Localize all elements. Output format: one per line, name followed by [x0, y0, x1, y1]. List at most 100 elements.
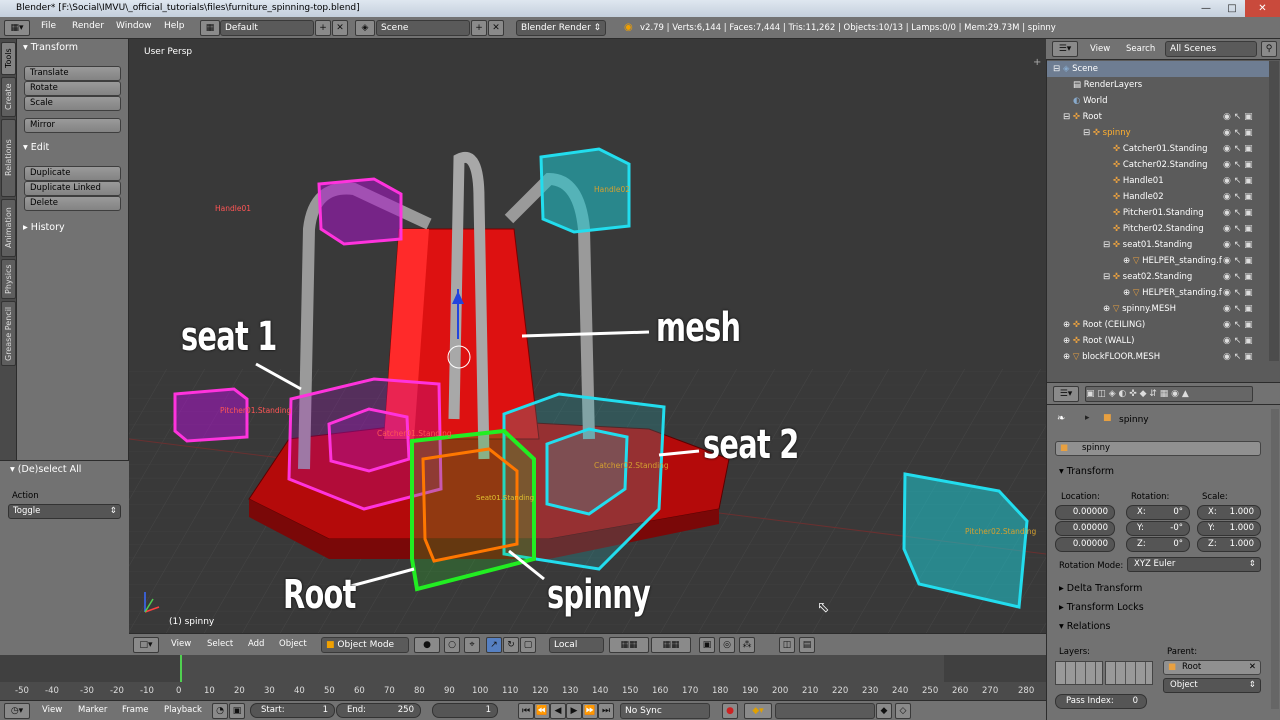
- transform-panel-header[interactable]: ▾ Transform: [1059, 466, 1114, 477]
- editor-type-icon[interactable]: ☰▾: [1053, 386, 1079, 402]
- relations-panel[interactable]: ▾ Relations: [1059, 621, 1110, 632]
- menu-window[interactable]: Window: [116, 21, 152, 31]
- tab-tools[interactable]: Tools: [1, 42, 16, 75]
- tab-create[interactable]: Create: [1, 77, 16, 117]
- outliner-view-menu[interactable]: View: [1090, 44, 1110, 54]
- rotation-y-field[interactable]: Y: -0°: [1126, 521, 1190, 536]
- shading-icon[interactable]: ●: [414, 637, 440, 653]
- layer-buttons-a[interactable]: ▦▦: [609, 637, 649, 653]
- scale-y-field[interactable]: Y: 1.000: [1197, 521, 1261, 536]
- snap-icon[interactable]: ⁂: [739, 637, 755, 653]
- menu-frame[interactable]: Frame: [122, 705, 148, 715]
- translate-manipulator-icon[interactable]: ↗: [486, 637, 502, 653]
- end-frame-field[interactable]: End: 250: [336, 703, 421, 718]
- scale-x-field[interactable]: X: 1.000: [1197, 505, 1261, 520]
- scale-button[interactable]: Scale: [24, 96, 121, 111]
- orientation-select[interactable]: Local: [549, 637, 604, 653]
- render-preview-icon[interactable]: ◫: [779, 637, 795, 653]
- rotate-button[interactable]: Rotate: [24, 81, 121, 96]
- menu-select[interactable]: Select: [207, 639, 233, 649]
- timeline[interactable]: -50 -40 -30 -20 -10 0 10 20 30 40 50 60 …: [0, 655, 1046, 700]
- minimize-icon[interactable]: —: [1193, 0, 1219, 17]
- scene-select[interactable]: Scene: [376, 20, 470, 36]
- parent-field[interactable]: ■ Root ✕: [1163, 660, 1261, 675]
- rotation-x-field[interactable]: X: 0°: [1126, 505, 1190, 520]
- menu-file[interactable]: File: [41, 21, 56, 31]
- record-icon[interactable]: ●: [722, 703, 738, 719]
- rotation-mode-select[interactable]: XYZ Euler ⇕: [1127, 557, 1261, 572]
- menu-view[interactable]: View: [42, 705, 62, 715]
- add-scene-icon[interactable]: +: [471, 20, 487, 36]
- add-layout-icon[interactable]: +: [315, 20, 331, 36]
- outliner-scrollbar[interactable]: [1269, 61, 1279, 361]
- delete-button[interactable]: Delete: [24, 196, 121, 211]
- outliner-search-menu[interactable]: Search: [1126, 44, 1155, 54]
- properties-scrollbar[interactable]: [1271, 409, 1279, 709]
- insert-keyframe-icon[interactable]: ◆: [876, 703, 892, 719]
- prev-keyframe-icon[interactable]: ⏪: [534, 703, 550, 719]
- sync-select[interactable]: No Sync: [620, 703, 710, 719]
- next-keyframe-icon[interactable]: ⏩: [582, 703, 598, 719]
- history-panel-header[interactable]: ▸ History: [23, 222, 65, 233]
- operator-panel-header[interactable]: ▾ (De)select All: [10, 464, 81, 475]
- render-engine-select[interactable]: Blender Render ⇕: [516, 20, 606, 36]
- tab-physics[interactable]: Physics: [1, 259, 16, 299]
- delta-transform-panel[interactable]: ▸ Delta Transform: [1059, 583, 1142, 594]
- menu-add[interactable]: Add: [248, 639, 264, 649]
- outliner-search-icon[interactable]: ⚲: [1261, 41, 1277, 57]
- keying-set-field[interactable]: [775, 703, 875, 719]
- play-reverse-icon[interactable]: ◀: [550, 703, 566, 719]
- editor-type-icon[interactable]: □▾: [133, 637, 159, 653]
- menu-playback[interactable]: Playback: [164, 705, 202, 715]
- render-layer-icon[interactable]: ▣: [699, 637, 715, 653]
- clear-parent-icon[interactable]: ✕: [1249, 661, 1256, 674]
- screen-layout-icon[interactable]: ▦: [200, 20, 220, 36]
- mode-select[interactable]: ■ Object Mode: [321, 637, 409, 653]
- menu-render[interactable]: Render: [72, 21, 104, 31]
- transform-panel-header[interactable]: ▾ Transform: [23, 42, 78, 53]
- layout-select[interactable]: Default: [220, 20, 314, 36]
- editor-type-icon[interactable]: ☰▾: [1052, 41, 1078, 57]
- rotation-z-field[interactable]: Z: 0°: [1126, 537, 1190, 552]
- menu-object[interactable]: Object: [279, 639, 307, 649]
- duplicate-linked-button[interactable]: Duplicate Linked: [24, 181, 121, 196]
- location-y-field[interactable]: 0.00000: [1055, 521, 1115, 536]
- scale-z-field[interactable]: Z: 1.000: [1197, 537, 1261, 552]
- editor-type-icon[interactable]: ▦▾: [4, 20, 30, 36]
- outliner-row-renderlayers[interactable]: ▤ RenderLayers: [1047, 77, 1269, 93]
- close-icon[interactable]: ✕: [1245, 0, 1280, 17]
- visibility-toggles[interactable]: ◉ ↖ ▣ ◉ ↖ ▣ ◉ ↖ ▣ ◉ ↖ ▣ ◉ ↖ ▣ ◉ ↖ ▣ ◉ ↖ ▣ ◉ ↖ ▣…: [1223, 109, 1269, 365]
- opengl-render-icon[interactable]: ▤: [799, 637, 815, 653]
- menu-help[interactable]: Help: [164, 21, 185, 31]
- tab-relations[interactable]: Relations: [1, 119, 16, 197]
- editor-type-icon[interactable]: ◷▾: [4, 703, 30, 719]
- outliner[interactable]: ⊟ ◈ Scene ▤ RenderLayers ◐ World ⊟ ✜ Roo…: [1046, 39, 1280, 382]
- mirror-button[interactable]: Mirror: [24, 118, 121, 133]
- transform-locks-panel[interactable]: ▸ Transform Locks: [1059, 602, 1144, 613]
- menu-marker[interactable]: Marker: [78, 705, 107, 715]
- properties-context-tabs[interactable]: ▣ ◫ ◈ ◐ ✜ ◆ ⇵ ▦ ◉ ▲: [1085, 386, 1253, 402]
- manipulator-icon[interactable]: ⌖: [464, 637, 480, 653]
- delete-keyframe-icon[interactable]: ◇: [895, 703, 911, 719]
- proportional-edit-icon[interactable]: ◎: [719, 637, 735, 653]
- delete-scene-icon[interactable]: ✕: [488, 20, 504, 36]
- duplicate-button[interactable]: Duplicate: [24, 166, 121, 181]
- action-select[interactable]: Toggle ⇕: [8, 504, 121, 519]
- location-z-field[interactable]: 0.00000: [1055, 537, 1115, 552]
- pivot-icon[interactable]: ○: [444, 637, 460, 653]
- tab-animation[interactable]: Animation: [1, 199, 16, 257]
- menu-view[interactable]: View: [171, 639, 191, 649]
- pin-icon[interactable]: ❧: [1057, 413, 1065, 424]
- jump-end-icon[interactable]: ⏭: [598, 703, 614, 719]
- start-frame-field[interactable]: Start: 1: [250, 703, 335, 718]
- rotate-manipulator-icon[interactable]: ↻: [503, 637, 519, 653]
- outliner-row-scene[interactable]: ⊟ ◈ Scene: [1047, 61, 1269, 77]
- outliner-filter-select[interactable]: All Scenes: [1165, 41, 1257, 57]
- layers-grid-b[interactable]: [1105, 661, 1153, 685]
- 3d-viewport[interactable]: Handle01 Handle02 Pitcher01.Standing Pit…: [129, 39, 1046, 633]
- scene-icon[interactable]: ◈: [355, 20, 375, 36]
- current-frame-field[interactable]: 1: [432, 703, 498, 718]
- lock-icon[interactable]: ▣: [229, 703, 245, 719]
- location-x-field[interactable]: 0.00000: [1055, 505, 1115, 520]
- object-name-field[interactable]: ■ spinny: [1055, 441, 1261, 456]
